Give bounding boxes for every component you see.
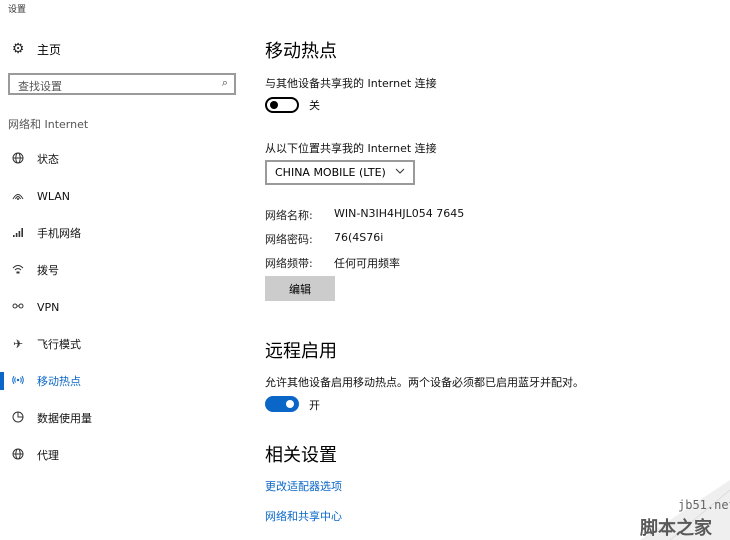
sidebar-item-label: 飞行模式: [37, 338, 81, 351]
sidebar-item-airplane[interactable]: ✈ 飞行模式: [10, 332, 240, 356]
network-name-label: 网络名称:: [265, 209, 313, 222]
network-password-value: 76(4S76i: [334, 231, 384, 244]
share-toggle-state: 关: [309, 99, 320, 112]
share-toggle[interactable]: [265, 97, 299, 113]
active-indicator: [0, 372, 4, 390]
chevron-down-icon: [395, 166, 405, 179]
globe-icon: [10, 448, 26, 463]
sidebar-section-label: 网络和 Internet: [8, 118, 89, 131]
sidebar-home-label: 主页: [37, 42, 62, 57]
search-box[interactable]: ⌕: [8, 73, 236, 96]
vpn-icon: [10, 300, 26, 315]
sidebar-item-data-usage[interactable]: 数据使用量: [10, 406, 240, 430]
remote-description: 允许其他设备启用移动热点。两个设备必须都已启用蓝牙并配对。: [265, 376, 584, 389]
share-description: 与其他设备共享我的 Internet 连接: [265, 77, 437, 90]
hotspot-heading: 移动热点: [265, 41, 337, 62]
edit-button[interactable]: 编辑: [265, 276, 335, 301]
sharing-center-link[interactable]: 网络和共享中心: [265, 508, 342, 524]
sidebar-item-label: 代理: [37, 449, 59, 462]
sidebar-item-hotspot[interactable]: 移动热点: [10, 369, 240, 393]
toggle-knob: [286, 400, 294, 408]
sidebar-home[interactable]: ⚙ 主页: [10, 38, 240, 60]
sidebar-item-label: VPN: [37, 300, 60, 314]
search-input[interactable]: [10, 77, 208, 96]
wifi-icon: [10, 189, 26, 204]
remote-toggle[interactable]: [265, 396, 299, 412]
airplane-icon: ✈: [12, 337, 24, 351]
sidebar-item-label: WLAN: [37, 189, 71, 203]
gear-icon: ⚙: [11, 41, 25, 57]
network-band-value: 任何可用频率: [334, 257, 400, 270]
signal-bars-icon: [10, 226, 26, 241]
sidebar-item-label: 移动热点: [37, 375, 81, 388]
network-name-value: WIN-N3IH4HJL054 7645: [334, 207, 465, 220]
sidebar-item-label: 数据使用量: [37, 412, 92, 425]
sidebar-item-proxy[interactable]: 代理: [10, 443, 240, 467]
sidebar-item-vpn[interactable]: VPN: [10, 295, 240, 319]
data-usage-icon: [10, 411, 26, 426]
sidebar-item-label: 拨号: [37, 264, 59, 277]
sidebar-item-status[interactable]: 状态: [10, 147, 240, 171]
dialup-icon: [10, 263, 26, 278]
network-password-label: 网络密码:: [265, 233, 313, 246]
toggle-knob: [270, 101, 278, 109]
connection-selected: CHINA MOBILE (LTE): [275, 166, 386, 179]
watermark-name: 脚本之家: [640, 518, 712, 539]
sidebar-item-label: 手机网络: [37, 227, 81, 240]
connection-dropdown[interactable]: CHINA MOBILE (LTE): [265, 160, 415, 185]
remote-heading: 远程启用: [265, 341, 337, 362]
window-title: 设置: [8, 5, 27, 15]
share-from-label: 从以下位置共享我的 Internet 连接: [265, 142, 437, 155]
hotspot-icon: [10, 374, 26, 389]
sidebar-item-label: 状态: [37, 153, 59, 166]
globe-icon: [10, 152, 26, 167]
sidebar-item-wlan[interactable]: WLAN: [10, 184, 240, 208]
sidebar-item-dialup[interactable]: 拨号: [10, 258, 240, 282]
adapter-options-link[interactable]: 更改适配器选项: [265, 478, 342, 494]
sidebar-item-cellular[interactable]: 手机网络: [10, 221, 240, 245]
watermark-url: jb51.net: [678, 498, 730, 512]
search-icon[interactable]: ⌕: [222, 76, 228, 90]
network-band-label: 网络频带:: [265, 257, 313, 270]
related-heading: 相关设置: [265, 445, 337, 466]
remote-toggle-state: 开: [309, 399, 320, 412]
